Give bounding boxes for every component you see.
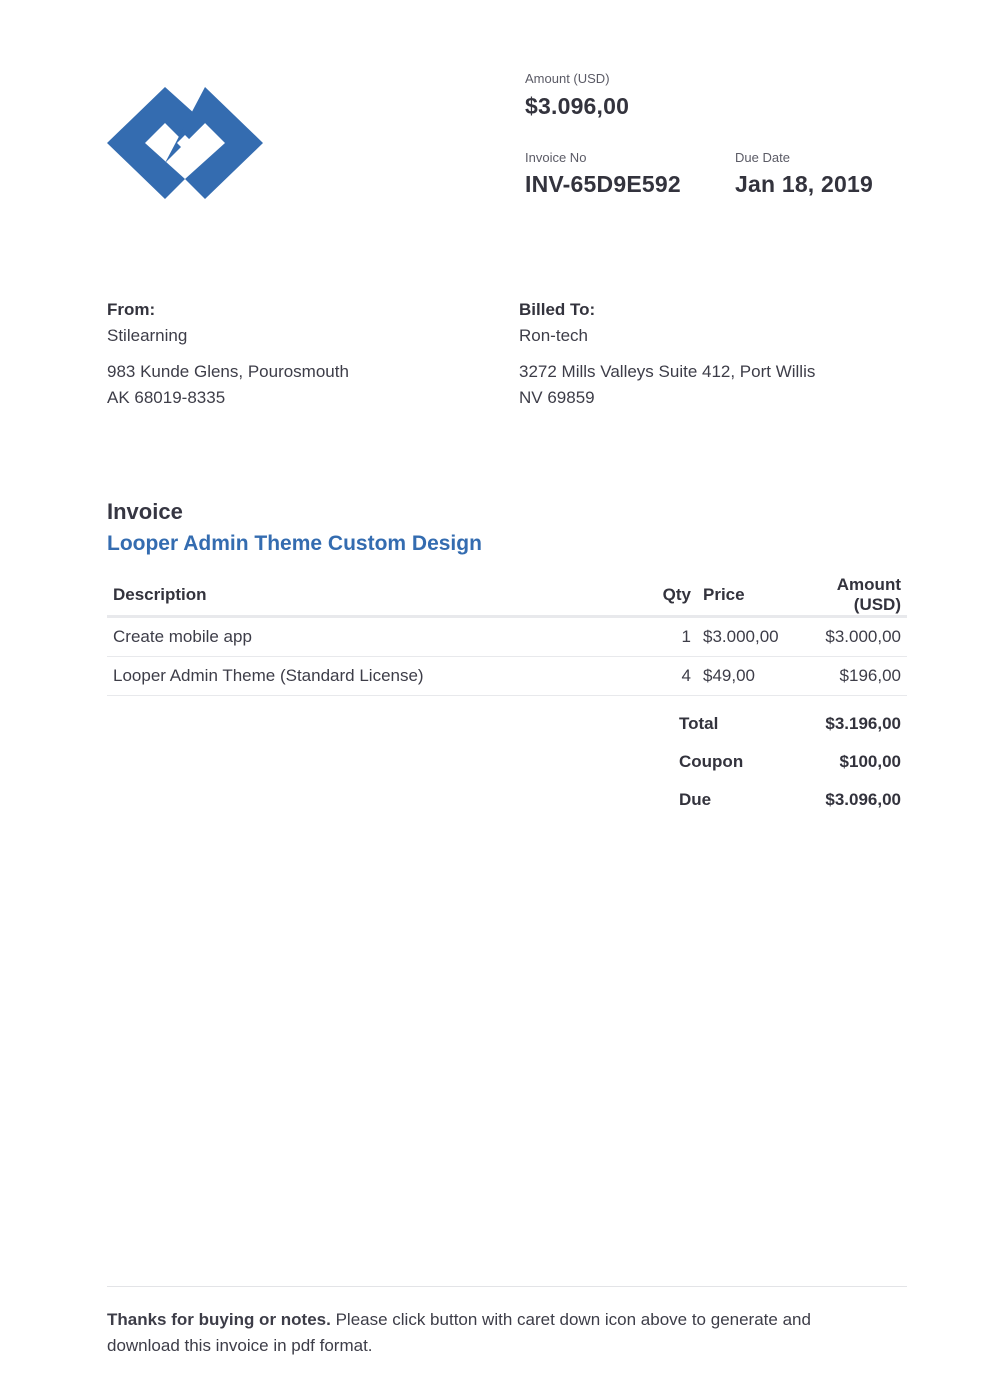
total-row: Total $3.196,00: [673, 705, 907, 743]
invoice-no-label: Invoice No: [525, 150, 587, 165]
due-row: Due $3.096,00: [673, 781, 907, 819]
row-price: $3.000,00: [697, 616, 805, 657]
table-header-row: Description Qty Price Amount (USD): [107, 575, 907, 618]
from-heading: From:: [107, 300, 156, 319]
row-qty: 4: [639, 656, 697, 696]
invoice-no-value: INV-65D9E592: [525, 171, 681, 197]
row-amount: $196,00: [805, 656, 907, 696]
table-row: Create mobile app 1 $3.000,00 $3.000,00: [107, 616, 907, 657]
row-description: Create mobile app: [107, 616, 639, 657]
total-label: Total: [679, 714, 719, 733]
billed-to-block: Billed To: Ron-tech 3272 Mills Valleys S…: [519, 297, 815, 411]
table-row: Looper Admin Theme (Standard License) 4 …: [107, 656, 907, 696]
footer-note-bold: Thanks for buying or notes.: [107, 1310, 331, 1329]
col-price: Price: [697, 575, 805, 618]
totals-block: Total $3.196,00 Coupon $100,00 Due $3.09…: [673, 705, 907, 819]
footer-divider: [107, 1286, 907, 1287]
col-qty: Qty: [639, 575, 697, 618]
due-date-label: Due Date: [735, 150, 790, 165]
due-value: $3.096,00: [825, 790, 901, 809]
amount-value: $3.096,00: [525, 93, 630, 119]
invoice-items-table: Description Qty Price Amount (USD) Creat…: [107, 575, 907, 696]
footer-note: Thanks for buying or notes. Please click…: [107, 1307, 887, 1359]
invoice-project-title: Looper Admin Theme Custom Design: [107, 532, 482, 555]
row-amount: $3.000,00: [805, 616, 907, 657]
due-label: Due: [679, 790, 712, 809]
billed-to-heading: Billed To:: [519, 300, 596, 319]
invoice-title: Invoice: [107, 499, 183, 524]
coupon-label: Coupon: [679, 752, 744, 771]
row-qty: 1: [639, 616, 697, 657]
coupon-row: Coupon $100,00: [673, 743, 907, 781]
amount-label: Amount (USD): [525, 71, 610, 86]
from-name: Stilearning: [107, 326, 188, 345]
billed-to-address-line1: 3272 Mills Valleys Suite 412, Port Willi…: [519, 362, 816, 381]
coupon-value: $100,00: [839, 752, 901, 771]
from-address-line1: 983 Kunde Glens, Pourosmouth: [107, 362, 349, 381]
row-price: $49,00: [697, 656, 805, 696]
col-amount: Amount (USD): [805, 575, 907, 618]
looper-logo-icon: [107, 87, 263, 199]
billed-to-address-line2: NV 69859: [519, 388, 595, 407]
col-description: Description: [107, 575, 639, 618]
from-block: From: Stilearning 983 Kunde Glens, Pouro…: [107, 297, 349, 411]
billed-to-name: Ron-tech: [519, 326, 588, 345]
from-address-line2: AK 68019-8335: [107, 388, 226, 407]
total-value: $3.196,00: [825, 714, 901, 733]
row-description: Looper Admin Theme (Standard License): [107, 656, 639, 696]
due-date-value: Jan 18, 2019: [735, 171, 873, 197]
